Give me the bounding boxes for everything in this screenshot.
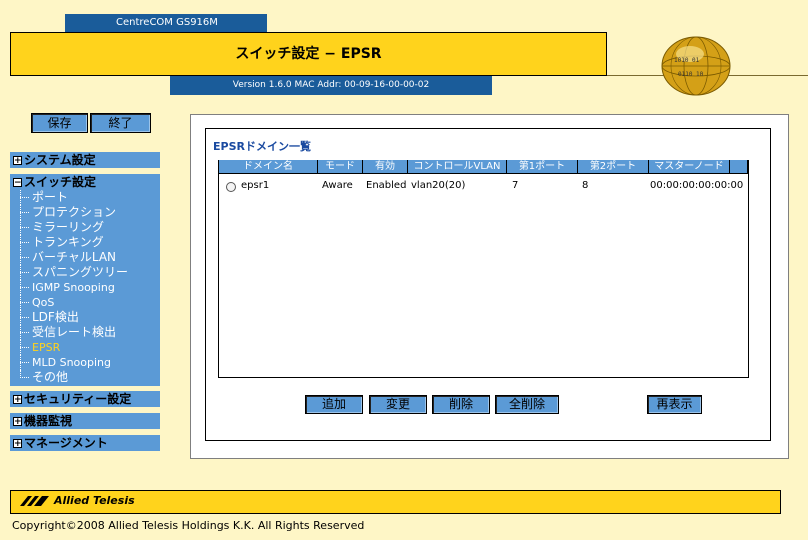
row-select-radio[interactable] — [226, 182, 236, 192]
nav-item-mld-snooping[interactable]: MLD Snooping — [17, 355, 160, 370]
svg-text:1010 01: 1010 01 — [674, 57, 700, 64]
epsr-domain-table — [218, 160, 749, 378]
nav-item-igmp-snooping[interactable]: IGMP Snooping — [17, 280, 160, 295]
globe-logo-icon: 1010 01 0110 10 — [661, 36, 731, 96]
nav-item-spanning-tree[interactable]: スパニングツリー — [17, 265, 160, 280]
nav-label-switch: スイッチ設定 — [24, 175, 97, 189]
nav-section-system[interactable]: + システム設定 — [10, 152, 160, 168]
delete-all-button[interactable]: 全削除 — [495, 395, 559, 414]
model-name-tab: CentreCOM GS916M — [65, 14, 267, 32]
expand-icon[interactable]: + — [13, 438, 22, 448]
logo-text: Allied Telesis — [54, 494, 135, 507]
svg-text:0110 10: 0110 10 — [678, 71, 704, 78]
expand-icon[interactable]: + — [13, 155, 22, 165]
nav-item-qos[interactable]: QoS — [17, 295, 160, 310]
switch-submenu: ポート プロテクション ミラーリング トランキング バーチャルLAN スパニング… — [17, 190, 160, 385]
column-header-enabled: 有効 — [363, 160, 408, 174]
cell-domain: epsr1 — [241, 180, 270, 191]
page-title: スイッチ設定 − EPSR — [10, 32, 607, 76]
nav-item-other[interactable]: その他 — [17, 370, 160, 385]
nav-section-switch[interactable]: − スイッチ設定 ポート プロテクション ミラーリング トランキング バーチャルL… — [10, 174, 160, 386]
column-header-spacer — [730, 160, 748, 174]
nav-label-monitor: 機器監視 — [24, 414, 73, 428]
nav-item-epsr[interactable]: EPSR — [17, 340, 160, 355]
nav-item-rate-detect[interactable]: 受信レート検出 — [17, 325, 160, 340]
cell-port2: 8 — [582, 180, 589, 191]
nav-label-system: システム設定 — [24, 153, 96, 167]
cell-master-node: 00:00:00:00:00:00 — [650, 180, 744, 191]
quit-button[interactable]: 終了 — [90, 113, 151, 133]
nav-item-protection[interactable]: プロテクション — [17, 205, 160, 220]
nav-item-mirroring[interactable]: ミラーリング — [17, 220, 160, 235]
collapse-icon[interactable]: − — [13, 177, 22, 187]
copyright-text: Copyright©2008 Allied Telesis Holdings K… — [12, 519, 365, 532]
nav-label-security: セキュリティー設定 — [24, 392, 132, 406]
modify-button[interactable]: 変更 — [369, 395, 427, 414]
cell-port1: 7 — [512, 180, 519, 191]
nav-item-port[interactable]: ポート — [17, 190, 160, 205]
nav-item-vlan[interactable]: バーチャルLAN — [17, 250, 160, 265]
save-button[interactable]: 保存 — [31, 113, 88, 133]
column-header-port2: 第2ポート — [578, 160, 649, 174]
nav-section-security[interactable]: + セキュリティー設定 — [10, 391, 160, 407]
expand-icon[interactable]: + — [13, 394, 22, 404]
column-header-control-vlan: コントロールVLAN — [408, 160, 507, 174]
column-header-port1: 第1ポート — [507, 160, 578, 174]
refresh-button[interactable]: 再表示 — [647, 395, 702, 414]
section-title: EPSRドメイン一覧 — [213, 140, 311, 153]
column-header-mode: モード — [318, 160, 363, 174]
cell-control-vlan: vlan20(20) — [411, 180, 466, 191]
expand-icon[interactable]: + — [13, 416, 22, 426]
nav-label-management: マネージメント — [24, 436, 108, 450]
cell-enabled: Enabled — [366, 180, 407, 191]
delete-button[interactable]: 削除 — [432, 395, 490, 414]
column-header-domain: ドメイン名 — [219, 160, 318, 174]
add-button[interactable]: 追加 — [305, 395, 363, 414]
nav-item-trunking[interactable]: トランキング — [17, 235, 160, 250]
version-info: Version 1.6.0 MAC Addr: 00-09-16-00-00-0… — [170, 76, 492, 95]
column-header-master-node: マスターノード — [649, 160, 730, 174]
cell-mode: Aware — [322, 180, 353, 191]
nav-section-monitor[interactable]: + 機器監視 — [10, 413, 160, 429]
nav-item-ldf[interactable]: LDF検出 — [17, 310, 160, 325]
allied-telesis-logo: Allied Telesis — [20, 494, 135, 507]
allied-telesis-mark-icon — [20, 495, 49, 506]
nav-section-management[interactable]: + マネージメント — [10, 435, 160, 451]
